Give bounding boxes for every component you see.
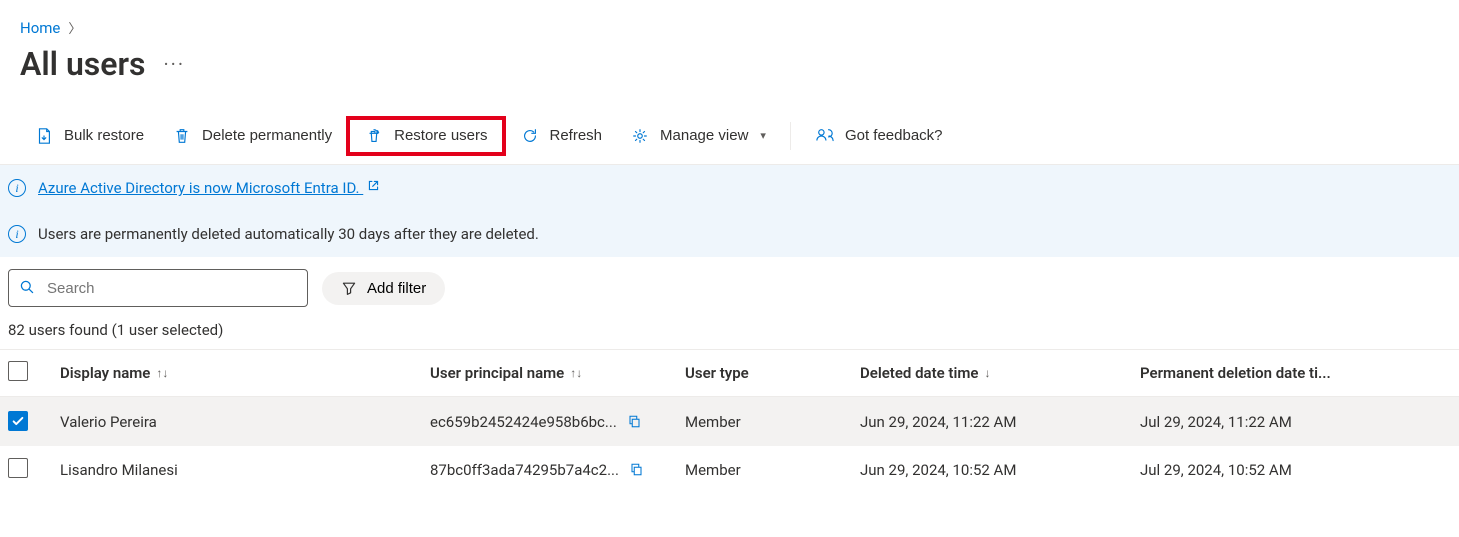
users-table: Display name ↑↓ User principal name ↑↓ U…	[0, 349, 1459, 493]
cell-perm-del: Jul 29, 2024, 10:52 AM	[1140, 461, 1440, 479]
retention-text: Users are permanently deleted automatica…	[38, 225, 539, 243]
cell-upn: 87bc0ff3ada74295b7a4c2...	[430, 461, 685, 479]
info-bar-entra: i Azure Active Directory is now Microsof…	[0, 165, 1459, 211]
bulk-restore-icon	[34, 126, 54, 146]
search-icon	[19, 279, 37, 297]
col-deleted[interactable]: Deleted date time ↓	[860, 364, 1140, 382]
col-upn[interactable]: User principal name ↑↓	[430, 364, 685, 382]
add-filter-label: Add filter	[367, 280, 426, 297]
col-perm-del[interactable]: Permanent deletion date ti...	[1140, 364, 1440, 382]
sort-desc-icon: ↓	[984, 366, 990, 380]
title-row: All users ···	[0, 37, 1459, 107]
bulk-restore-button[interactable]: Bulk restore	[20, 116, 158, 156]
chevron-down-icon: ▾	[760, 129, 766, 142]
filter-icon	[341, 280, 357, 296]
search-input[interactable]	[47, 280, 297, 297]
col-deleted-label: Deleted date time	[860, 364, 978, 382]
copy-icon[interactable]	[629, 462, 645, 477]
page-title: All users	[20, 45, 145, 83]
manage-view-label: Manage view	[660, 127, 748, 144]
col-perm-del-label: Permanent deletion date ti...	[1140, 364, 1331, 382]
info-icon: i	[8, 225, 26, 243]
got-feedback-button[interactable]: Got feedback?	[801, 116, 957, 156]
refresh-icon	[520, 126, 540, 146]
external-link-icon	[367, 181, 380, 196]
col-user-type[interactable]: User type	[685, 364, 860, 382]
status-line: 82 users found (1 user selected)	[0, 315, 1459, 349]
manage-view-button[interactable]: Manage view ▾	[616, 116, 780, 156]
breadcrumb-home-link[interactable]: Home	[20, 19, 60, 37]
cell-deleted: Jun 29, 2024, 11:22 AM	[860, 413, 1140, 431]
trash-icon	[172, 126, 192, 146]
col-display-name[interactable]: Display name ↑↓	[60, 364, 430, 382]
table-row[interactable]: Lisandro Milanesi 87bc0ff3ada74295b7a4c2…	[0, 445, 1459, 493]
table-row[interactable]: Valerio Pereira ec659b2452424e958b6bc...…	[0, 397, 1459, 445]
got-feedback-label: Got feedback?	[845, 127, 943, 144]
feedback-icon	[815, 126, 835, 146]
refresh-button[interactable]: Refresh	[506, 116, 617, 156]
cell-user-type: Member	[685, 413, 860, 431]
entra-id-link-text: Azure Active Directory is now Microsoft …	[38, 179, 360, 197]
cell-display-name: Lisandro Milanesi	[60, 461, 430, 479]
col-user-type-label: User type	[685, 364, 749, 382]
table-header: Display name ↑↓ User principal name ↑↓ U…	[0, 349, 1459, 397]
row-checkbox[interactable]	[8, 411, 28, 431]
cell-upn: ec659b2452424e958b6bc...	[430, 413, 685, 431]
col-upn-label: User principal name	[430, 364, 564, 382]
cell-user-type: Member	[685, 461, 860, 479]
sort-both-icon: ↑↓	[570, 366, 582, 380]
cell-deleted: Jun 29, 2024, 10:52 AM	[860, 461, 1140, 479]
cell-display-name: Valerio Pereira	[60, 413, 430, 431]
delete-permanently-label: Delete permanently	[202, 127, 332, 144]
cell-perm-del: Jul 29, 2024, 11:22 AM	[1140, 413, 1440, 431]
delete-permanently-button[interactable]: Delete permanently	[158, 116, 346, 156]
col-display-name-label: Display name	[60, 364, 150, 382]
refresh-label: Refresh	[550, 127, 603, 144]
cell-upn-text: 87bc0ff3ada74295b7a4c2...	[430, 461, 619, 479]
search-box[interactable]	[8, 269, 308, 307]
restore-users-button[interactable]: Restore users	[346, 116, 505, 156]
row-checkbox[interactable]	[8, 458, 28, 478]
restore-users-label: Restore users	[394, 127, 487, 144]
info-icon: i	[8, 179, 26, 197]
copy-icon[interactable]	[627, 414, 643, 429]
sort-both-icon: ↑↓	[156, 366, 168, 380]
gear-icon	[630, 126, 650, 146]
info-region: i Azure Active Directory is now Microsof…	[0, 165, 1459, 257]
restore-icon	[364, 126, 384, 146]
bulk-restore-label: Bulk restore	[64, 127, 144, 144]
toolbar-separator	[790, 122, 791, 150]
command-bar: Bulk restore Delete permanently Restore …	[0, 107, 1459, 165]
info-bar-retention: i Users are permanently deleted automati…	[0, 211, 1459, 257]
breadcrumb: Home 〉	[0, 0, 1459, 37]
more-actions-button[interactable]: ···	[163, 52, 185, 76]
add-filter-button[interactable]: Add filter	[322, 272, 445, 305]
chevron-right-icon: 〉	[68, 18, 81, 37]
cell-upn-text: ec659b2452424e958b6bc...	[430, 413, 617, 431]
select-all-checkbox[interactable]	[8, 361, 28, 381]
entra-id-link[interactable]: Azure Active Directory is now Microsoft …	[38, 179, 380, 197]
filter-row: Add filter	[0, 257, 1459, 315]
